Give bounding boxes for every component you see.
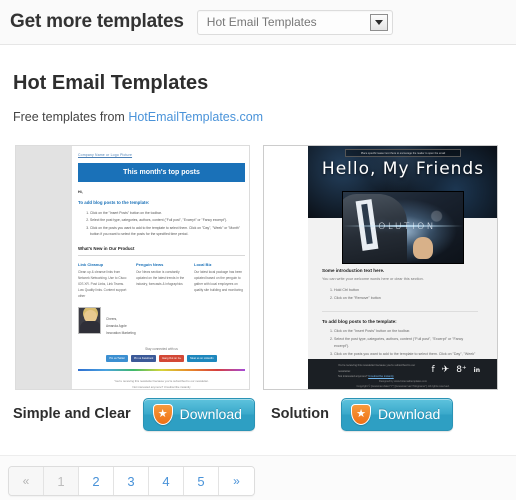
page-subtitle-prefix: Free templates from <box>13 110 129 124</box>
download-button-label: Download <box>179 406 242 422</box>
social-button-linkedin: Meet us on LinkedIn <box>187 354 217 362</box>
social-button-google-plus: Hang Out on G+ <box>159 354 185 362</box>
preview-step: Click on the posts you want to add to th… <box>90 225 245 238</box>
preview-hero-title: Hello, My Friends <box>321 159 485 179</box>
signature-line: Amanda Apple <box>106 324 127 329</box>
pagination-page-5[interactable]: 5 <box>184 467 219 495</box>
preview-blog-step: Select the post type, categories, author… <box>334 336 478 351</box>
preview-column: Local Biz Our latest local package has b… <box>194 262 245 300</box>
pagination-page-1[interactable]: 1 <box>44 467 79 495</box>
preview-logo-text: Company Name or Logo Picture <box>78 153 133 157</box>
template-source-select[interactable]: Hot Email Templates <box>196 9 393 35</box>
hotemailtemplates-link[interactable]: HotEmailTemplates.com <box>128 110 263 124</box>
templates-browser-page: Get more templates Hot Email Templates H… <box>0 0 516 500</box>
preview-social-icons: f ✈ 8⁺ in <box>431 365 480 375</box>
pagination-page-3[interactable]: 3 <box>114 467 149 495</box>
preview-hero-image-word: SOLUTION <box>370 221 436 232</box>
preview-column: Link Cleanup Clean up & cleanse links fr… <box>78 262 129 300</box>
social-button-facebook: Pin us Facebook <box>130 354 157 362</box>
preview-column-title: Penguin News <box>136 261 164 267</box>
preview-lead: To add blog posts to the template: <box>78 200 150 205</box>
preview-steps-list: Click on the "Insert Posts" button on th… <box>90 210 245 238</box>
preview-section-heading: What's New in Our Product <box>78 246 245 256</box>
avatar <box>78 307 101 335</box>
download-button-solution[interactable]: ★ Download <box>341 397 454 431</box>
preview-column-body: Our News section is constantly updated o… <box>136 269 185 286</box>
top-toolbar: Get more templates Hot Email Templates <box>0 0 516 45</box>
page-title: Hot Email Templates <box>13 72 209 94</box>
divider <box>322 311 478 313</box>
signature-line: Innovation Marketing <box>106 330 136 335</box>
twitter-icon: ✈ <box>441 365 450 375</box>
preview-social-buttons: Pin us Twitter Pin us Facebook Hang Out … <box>78 354 245 362</box>
template-source-select-value: Hot Email Templates <box>206 15 317 29</box>
signature-line: Cheers, <box>106 317 118 322</box>
preview-footer-bottom: Designed by www.hotemailtemplates.com Co… <box>308 379 497 389</box>
template-card-simple-and-clear: Company Name or Logo Picture This month'… <box>0 140 258 400</box>
pagination-page-4[interactable]: 4 <box>149 467 184 495</box>
preview-banner: This month's top posts <box>78 163 245 182</box>
footer-copyright: Copyright © [newsman:date="Y"] [newsman:… <box>356 384 450 388</box>
preview-column-title: Local Biz <box>194 261 212 267</box>
hand-shape <box>413 237 433 259</box>
linkedin-icon: in <box>473 366 480 374</box>
preview-signature-text: Cheers, Amanda Apple Innovation Marketin… <box>106 307 136 336</box>
preview-intro-heading: Some introduction text here. <box>322 268 385 273</box>
pagination: « 1 2 3 4 5 » <box>8 466 255 496</box>
footer-note-line: You're receiving this newsletter because… <box>338 364 416 373</box>
preview-intro-step: Hold Ctrl button <box>334 287 478 295</box>
preview-signature: Cheers, Amanda Apple Innovation Marketin… <box>78 307 245 336</box>
preview-footer: You're receiving this newsletter because… <box>308 359 497 389</box>
download-button-simple-and-clear[interactable]: ★ Download <box>142 397 255 431</box>
toolbar-title: Get more templates <box>10 11 184 32</box>
preview-step: Select the post type, categories, author… <box>90 217 245 223</box>
preview-rainbow-divider <box>78 368 245 371</box>
preview-teaser-text: Place specific teaser text there to enco… <box>345 149 461 157</box>
pagination-page-2[interactable]: 2 <box>79 467 114 495</box>
download-button-label: Download <box>378 406 441 422</box>
page-subtitle: Free templates from HotEmailTemplates.co… <box>13 110 263 124</box>
template-thumbnail[interactable]: Place specific teaser text there to enco… <box>263 145 498 390</box>
template-grid: Company Name or Logo Picture This month'… <box>0 140 516 400</box>
preview-stay-connected: Stay connected with us <box>145 346 178 351</box>
template-thumbnail[interactable]: Company Name or Logo Picture This month'… <box>15 145 250 390</box>
preview-footer: You're receiving this newsletter because… <box>78 378 245 389</box>
pagination-prev[interactable]: « <box>9 467 44 495</box>
footer-line: Not interested anymore? Unsubscribe inst… <box>132 384 191 389</box>
template-captions-row: Simple and Clear ★ Download Solution ★ D… <box>0 394 516 434</box>
facebook-icon: f <box>431 365 435 375</box>
preview-intro-steps: Hold Ctrl button Click on the "Remove" b… <box>334 287 478 302</box>
caption-cell-simple-and-clear: Simple and Clear ★ Download <box>0 394 258 434</box>
shield-star-icon: ★ <box>152 403 173 425</box>
caption-cell-solution: Solution ★ Download <box>258 394 516 434</box>
preview-column: Penguin News Our News section is constan… <box>136 262 187 300</box>
pagination-next[interactable]: » <box>219 467 254 495</box>
preview-columns: Link Cleanup Clean up & cleanse links fr… <box>78 262 245 300</box>
template-preview-simple-and-clear: Company Name or Logo Picture This month'… <box>72 146 249 389</box>
template-card-solution: Place specific teaser text there to enco… <box>258 140 516 400</box>
social-button-twitter: Pin us Twitter <box>106 354 128 362</box>
preview-blog-step: Click on the "Insert Posts" button on th… <box>334 328 478 336</box>
preview-blog-heading: To add blog posts to the template: <box>322 319 397 325</box>
preview-hero-image: SOLUTION <box>342 191 464 264</box>
preview-column-body: Clean up & cleanse links from Network Ne… <box>78 269 127 298</box>
template-name: Solution <box>271 406 329 422</box>
preview-intro-text: You can write your welcome words here or… <box>322 277 424 281</box>
shield-star-icon: ★ <box>351 403 371 425</box>
template-preview-solution: Place specific teaser text there to enco… <box>308 146 497 389</box>
pagination-bar: « 1 2 3 4 5 » <box>0 455 516 500</box>
preview-step: Click on the "Insert Posts" button on th… <box>90 210 245 216</box>
template-name: Simple and Clear <box>13 406 131 422</box>
preview-intro-step: Click on the "Remove" button <box>334 295 478 303</box>
preview-greeting: Hi, <box>78 190 83 194</box>
preview-column-body: Our latest local package has been update… <box>194 269 243 292</box>
google-plus-icon: 8⁺ <box>456 365 467 375</box>
preview-footer-note: You're receiving this newsletter because… <box>338 363 416 380</box>
preview-body: Some introduction text here. You can wri… <box>322 268 484 366</box>
chevron-down-icon[interactable] <box>369 13 388 31</box>
preview-column-title: Link Cleanup <box>78 261 104 267</box>
